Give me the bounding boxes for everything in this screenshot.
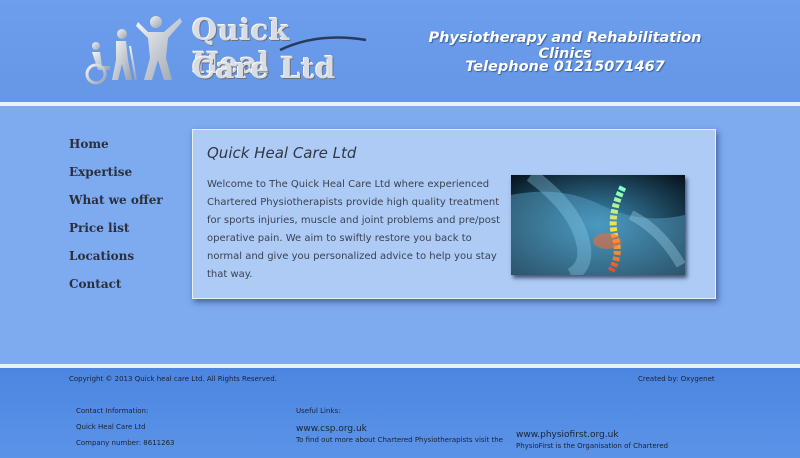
physiofirst-link[interactable]: www.physiofirst.org.uk [516, 429, 668, 441]
nav-locations[interactable]: Locations [69, 247, 163, 275]
nav-contact[interactable]: Contact [69, 275, 163, 303]
logo-text-line2: Care Ltd [192, 51, 336, 85]
welcome-card: Quick Heal Care Ltd Welcome to The Quick… [192, 129, 716, 299]
company-logo[interactable]: Quick Heal Care Ltd [82, 14, 372, 88]
nav-what-we-offer[interactable]: What we offer [69, 191, 163, 219]
nav-price-list[interactable]: Price list [69, 219, 163, 247]
site-header: Quick Heal Care Ltd Physiotherapy and Re… [0, 0, 800, 102]
main-nav: Home Expertise What we offer Price list … [69, 135, 163, 303]
company-name: Quick Heal Care Ltd [76, 423, 146, 431]
company-number: Company number: 8611263 [76, 439, 175, 447]
contact-heading: Contact Information: [76, 407, 149, 415]
site-footer: Copyright © 2013 Quick heal care Ltd. Al… [0, 368, 800, 458]
nav-expertise[interactable]: Expertise [69, 163, 163, 191]
useful-links: Useful Links: www.csp.org.uk To find out… [296, 403, 503, 445]
copyright-text: Copyright © 2013 Quick heal care Ltd. Al… [69, 375, 277, 383]
header-tagline: Physiotherapy and Rehabilitation Clinics [428, 30, 702, 62]
header-telephone: Telephone 01215071467 [465, 59, 665, 75]
physiofirst-link-description: PhysioFirst is the Organisation of Chart… [516, 442, 669, 450]
useful-links-heading: Useful Links: [296, 407, 341, 415]
welcome-text: Welcome to The Quick Heal Care Ltd where… [207, 179, 500, 280]
csp-link-description: To find out more about Chartered Physiot… [296, 436, 503, 444]
csp-link[interactable]: www.csp.org.uk [296, 423, 503, 435]
created-by-text: Created by: Oxygenet [638, 375, 715, 383]
logo-swoosh [279, 36, 367, 52]
spine-photo [511, 175, 685, 275]
people-figures-icon [85, 16, 182, 85]
welcome-title: Quick Heal Care Ltd [207, 144, 357, 162]
contact-info: Contact Information: Quick Heal Care Ltd… [76, 403, 174, 451]
physiofirst-link-block: www.physiofirst.org.uk PhysioFirst is th… [516, 425, 668, 451]
nav-home[interactable]: Home [69, 135, 163, 163]
